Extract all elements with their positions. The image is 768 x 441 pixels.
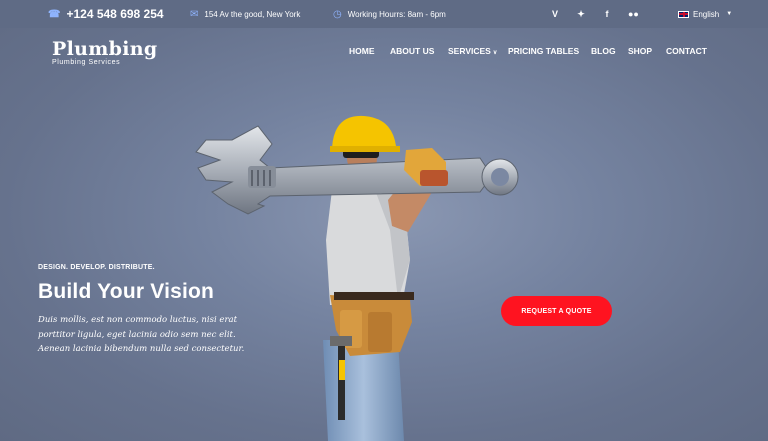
logo-subtitle: Plumbing Services [52, 59, 121, 66]
nav-pricing-tables[interactable]: PRICING TABLES [508, 46, 579, 56]
phone-number: +124 548 698 254 [66, 7, 164, 21]
nav-contact[interactable]: CONTACT [666, 46, 707, 56]
nav-services-wrap[interactable]: SERVICES ∨ [448, 46, 497, 56]
uk-flag-icon [678, 10, 689, 18]
phone-contact[interactable]: ☎ +124 548 698 254 [48, 0, 164, 28]
envelope-icon: ✉ [190, 8, 199, 20]
working-hours: ◷ Working Hourrs: 8am - 6pm [333, 0, 446, 28]
request-quote-button[interactable]: REQUEST A QUOTE [501, 296, 612, 326]
logo-name: Plumbing [52, 38, 158, 60]
social-links: V ✦ f ●● [550, 0, 639, 28]
nav-shop[interactable]: SHOP [628, 46, 652, 56]
nav-about-us[interactable]: ABOUT US [390, 46, 434, 56]
top-bar: ☎ +124 548 698 254 ✉ 154 Av the good, Ne… [0, 0, 768, 28]
flickr-icon[interactable]: ●● [628, 9, 639, 19]
language-selector[interactable]: English ▼ [678, 0, 732, 28]
clock-icon: ◷ [333, 8, 342, 20]
vine-icon[interactable]: V [550, 9, 560, 19]
address-contact: ✉ 154 Av the good, New York [190, 0, 300, 28]
chevron-down-icon: ▼ [726, 11, 733, 17]
twitter-icon[interactable]: ✦ [576, 9, 586, 20]
chevron-down-icon: ∨ [492, 50, 498, 56]
site-logo[interactable]: Plumbing Plumbing Services [52, 38, 157, 66]
facebook-icon[interactable]: f [602, 9, 612, 19]
nav-services: SERVICES [448, 46, 491, 56]
hero-headline: Build Your Vision [38, 280, 215, 303]
hero-body: Duis mollis, est non commodo luctus, nis… [38, 315, 245, 354]
language-label: English [693, 9, 720, 19]
nav-blog[interactable]: BLOG [591, 46, 616, 56]
hours-text: Working Hourrs: 8am - 6pm [347, 9, 446, 19]
hero-tagline: DESIGN. DEVELOP. DISTRIBUTE. [38, 264, 155, 271]
phone-icon: ☎ [48, 8, 61, 20]
address-text: 154 Av the good, New York [204, 9, 301, 19]
hero-section [0, 28, 768, 441]
nav-home[interactable]: HOME [349, 46, 375, 56]
